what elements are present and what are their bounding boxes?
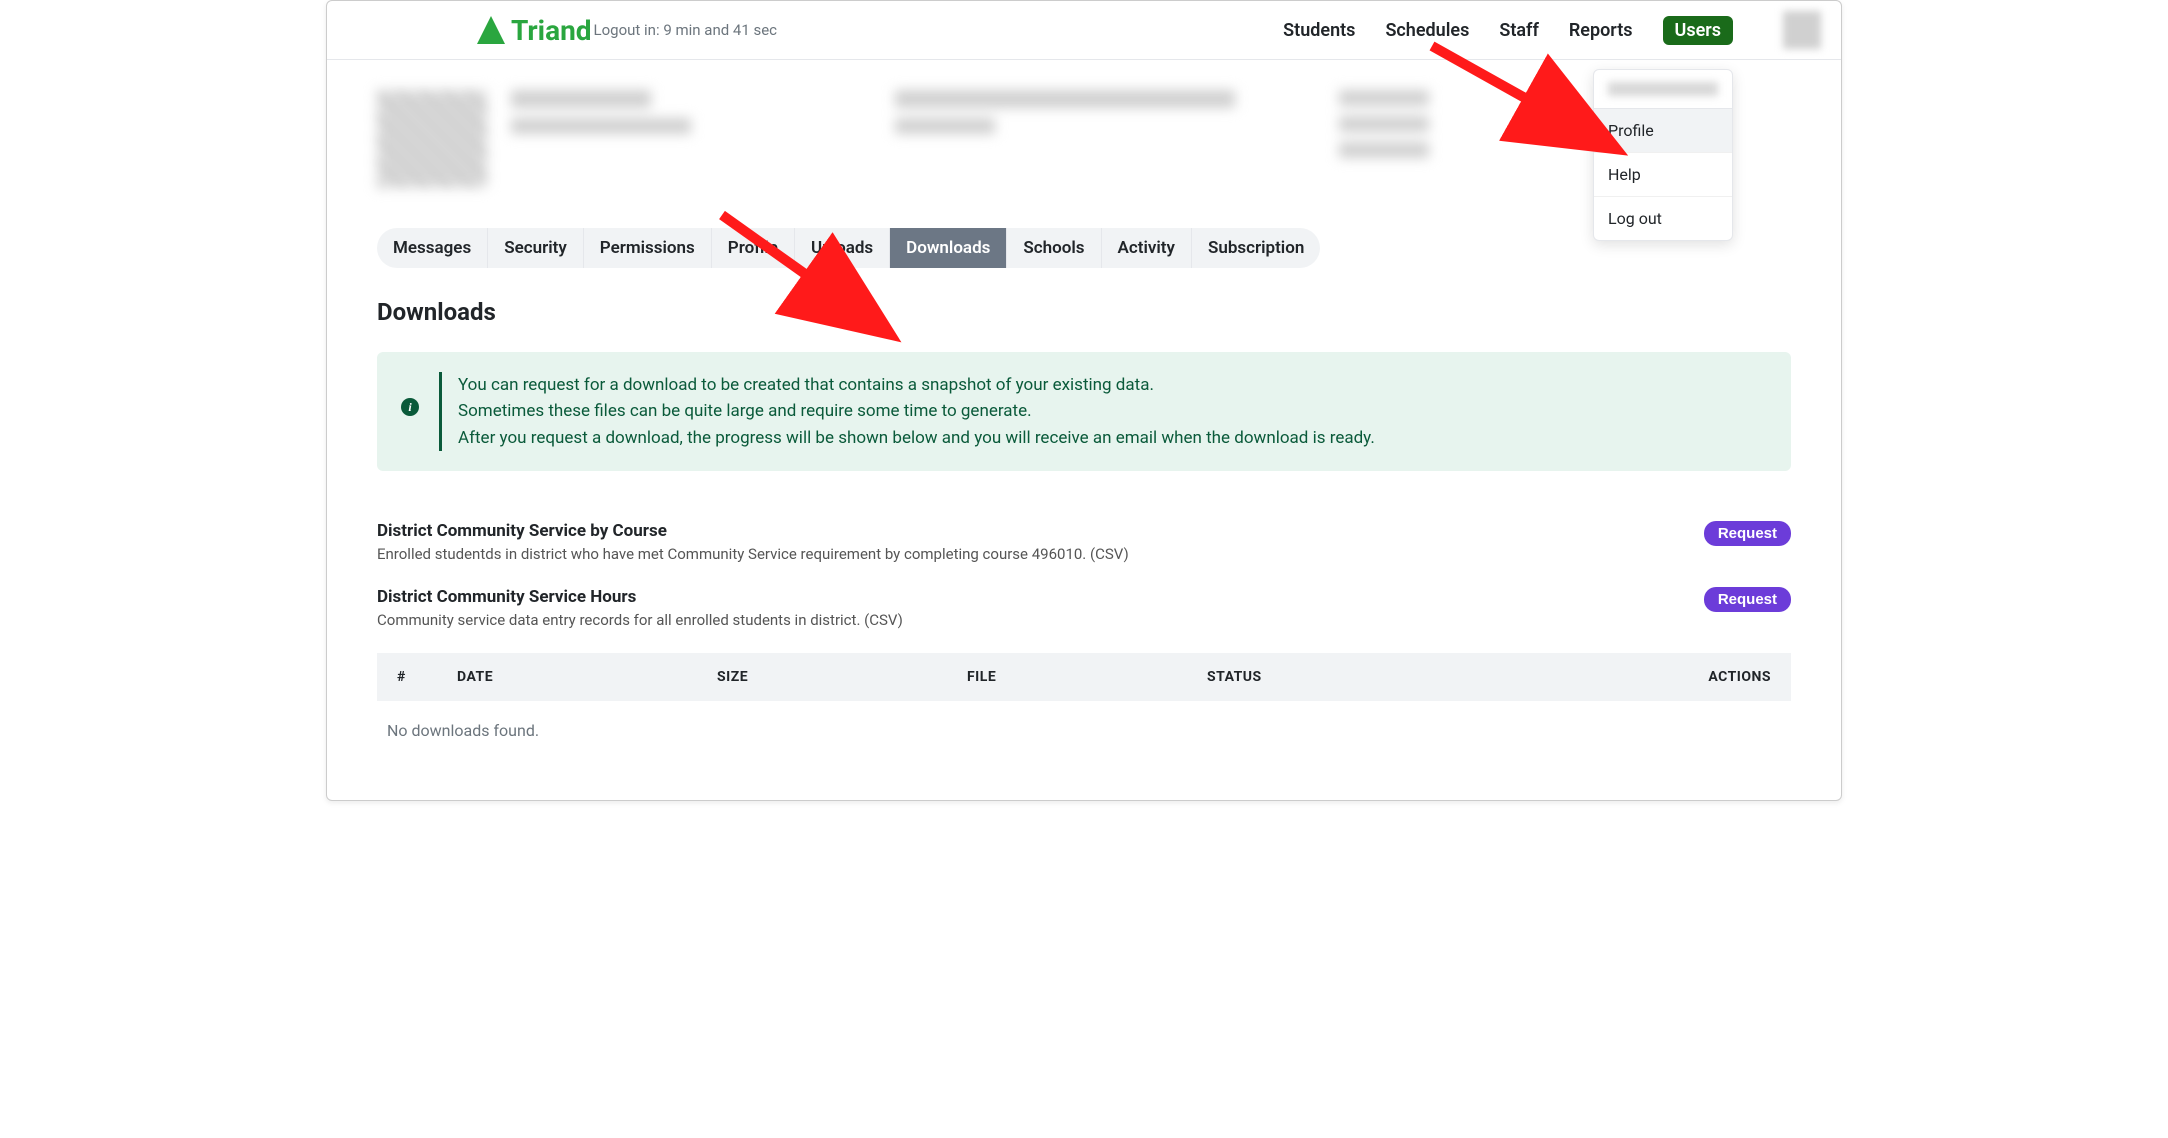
col-file: FILE: [967, 669, 1207, 685]
download-title: District Community Service Hours: [377, 587, 903, 607]
user-photo: [377, 90, 487, 188]
download-title: District Community Service by Course: [377, 521, 1129, 541]
triangle-icon: [477, 16, 505, 44]
dropdown-user-name: [1594, 70, 1732, 109]
user-info-panel: [377, 90, 1791, 188]
col-date: DATE: [457, 669, 717, 685]
brand-name: Triand: [511, 14, 592, 47]
nav-reports[interactable]: Reports: [1569, 20, 1633, 41]
info-notice: i You can request for a download to be c…: [377, 352, 1791, 471]
brand-logo[interactable]: Triand: [477, 14, 592, 47]
col-number: #: [397, 669, 457, 685]
nav-users[interactable]: Users: [1663, 16, 1734, 45]
tab-downloads[interactable]: Downloads: [890, 228, 1007, 268]
info-icon: i: [401, 398, 419, 416]
user-meta-block: [1339, 90, 1429, 168]
user-dropdown: Profile Help Log out: [1593, 69, 1733, 241]
download-option: District Community Service by Course Enr…: [377, 521, 1791, 563]
header: Triand Logout in: 9 min and 41 sec Stude…: [327, 1, 1841, 60]
tab-activity[interactable]: Activity: [1102, 228, 1192, 268]
download-option: District Community Service Hours Communi…: [377, 587, 1791, 629]
nav-schedules[interactable]: Schedules: [1385, 20, 1469, 41]
notice-line-1: You can request for a download to be cre…: [458, 372, 1375, 398]
user-avatar[interactable]: [1783, 11, 1821, 49]
request-button[interactable]: Request: [1704, 587, 1791, 612]
user-name-block: [511, 90, 691, 144]
tab-permissions[interactable]: Permissions: [584, 228, 712, 268]
request-button[interactable]: Request: [1704, 521, 1791, 546]
logout-timer: Logout in: 9 min and 41 sec: [594, 21, 778, 39]
main-nav: Students Schedules Staff Reports Users: [1283, 11, 1821, 49]
tab-messages[interactable]: Messages: [377, 228, 488, 268]
col-size: SIZE: [717, 669, 967, 685]
nav-students[interactable]: Students: [1283, 20, 1355, 41]
user-details-block: [895, 90, 1235, 144]
notice-line-2: Sometimes these files can be quite large…: [458, 398, 1375, 424]
tab-profile[interactable]: Profile: [712, 228, 795, 268]
nav-staff[interactable]: Staff: [1499, 20, 1539, 41]
dropdown-profile[interactable]: Profile: [1594, 109, 1732, 153]
download-desc: Enrolled studentds in district who have …: [377, 545, 1129, 563]
user-tabs: Messages Security Permissions Profile Up…: [377, 228, 1320, 268]
col-status: STATUS: [1207, 669, 1507, 685]
downloads-table-header: # DATE SIZE FILE STATUS ACTIONS: [377, 653, 1791, 701]
download-desc: Community service data entry records for…: [377, 611, 903, 629]
tab-uploads[interactable]: Uploads: [795, 228, 890, 268]
tab-schools[interactable]: Schools: [1007, 228, 1101, 268]
col-actions: ACTIONS: [1507, 669, 1771, 685]
annotation-arrow-1: [707, 200, 927, 360]
empty-state: No downloads found.: [377, 701, 1791, 760]
page-title: Downloads: [377, 298, 1791, 326]
notice-line-3: After you request a download, the progre…: [458, 425, 1375, 451]
dropdown-help[interactable]: Help: [1594, 153, 1732, 197]
dropdown-logout[interactable]: Log out: [1594, 197, 1732, 240]
tab-subscription[interactable]: Subscription: [1192, 228, 1320, 268]
tab-security[interactable]: Security: [488, 228, 584, 268]
